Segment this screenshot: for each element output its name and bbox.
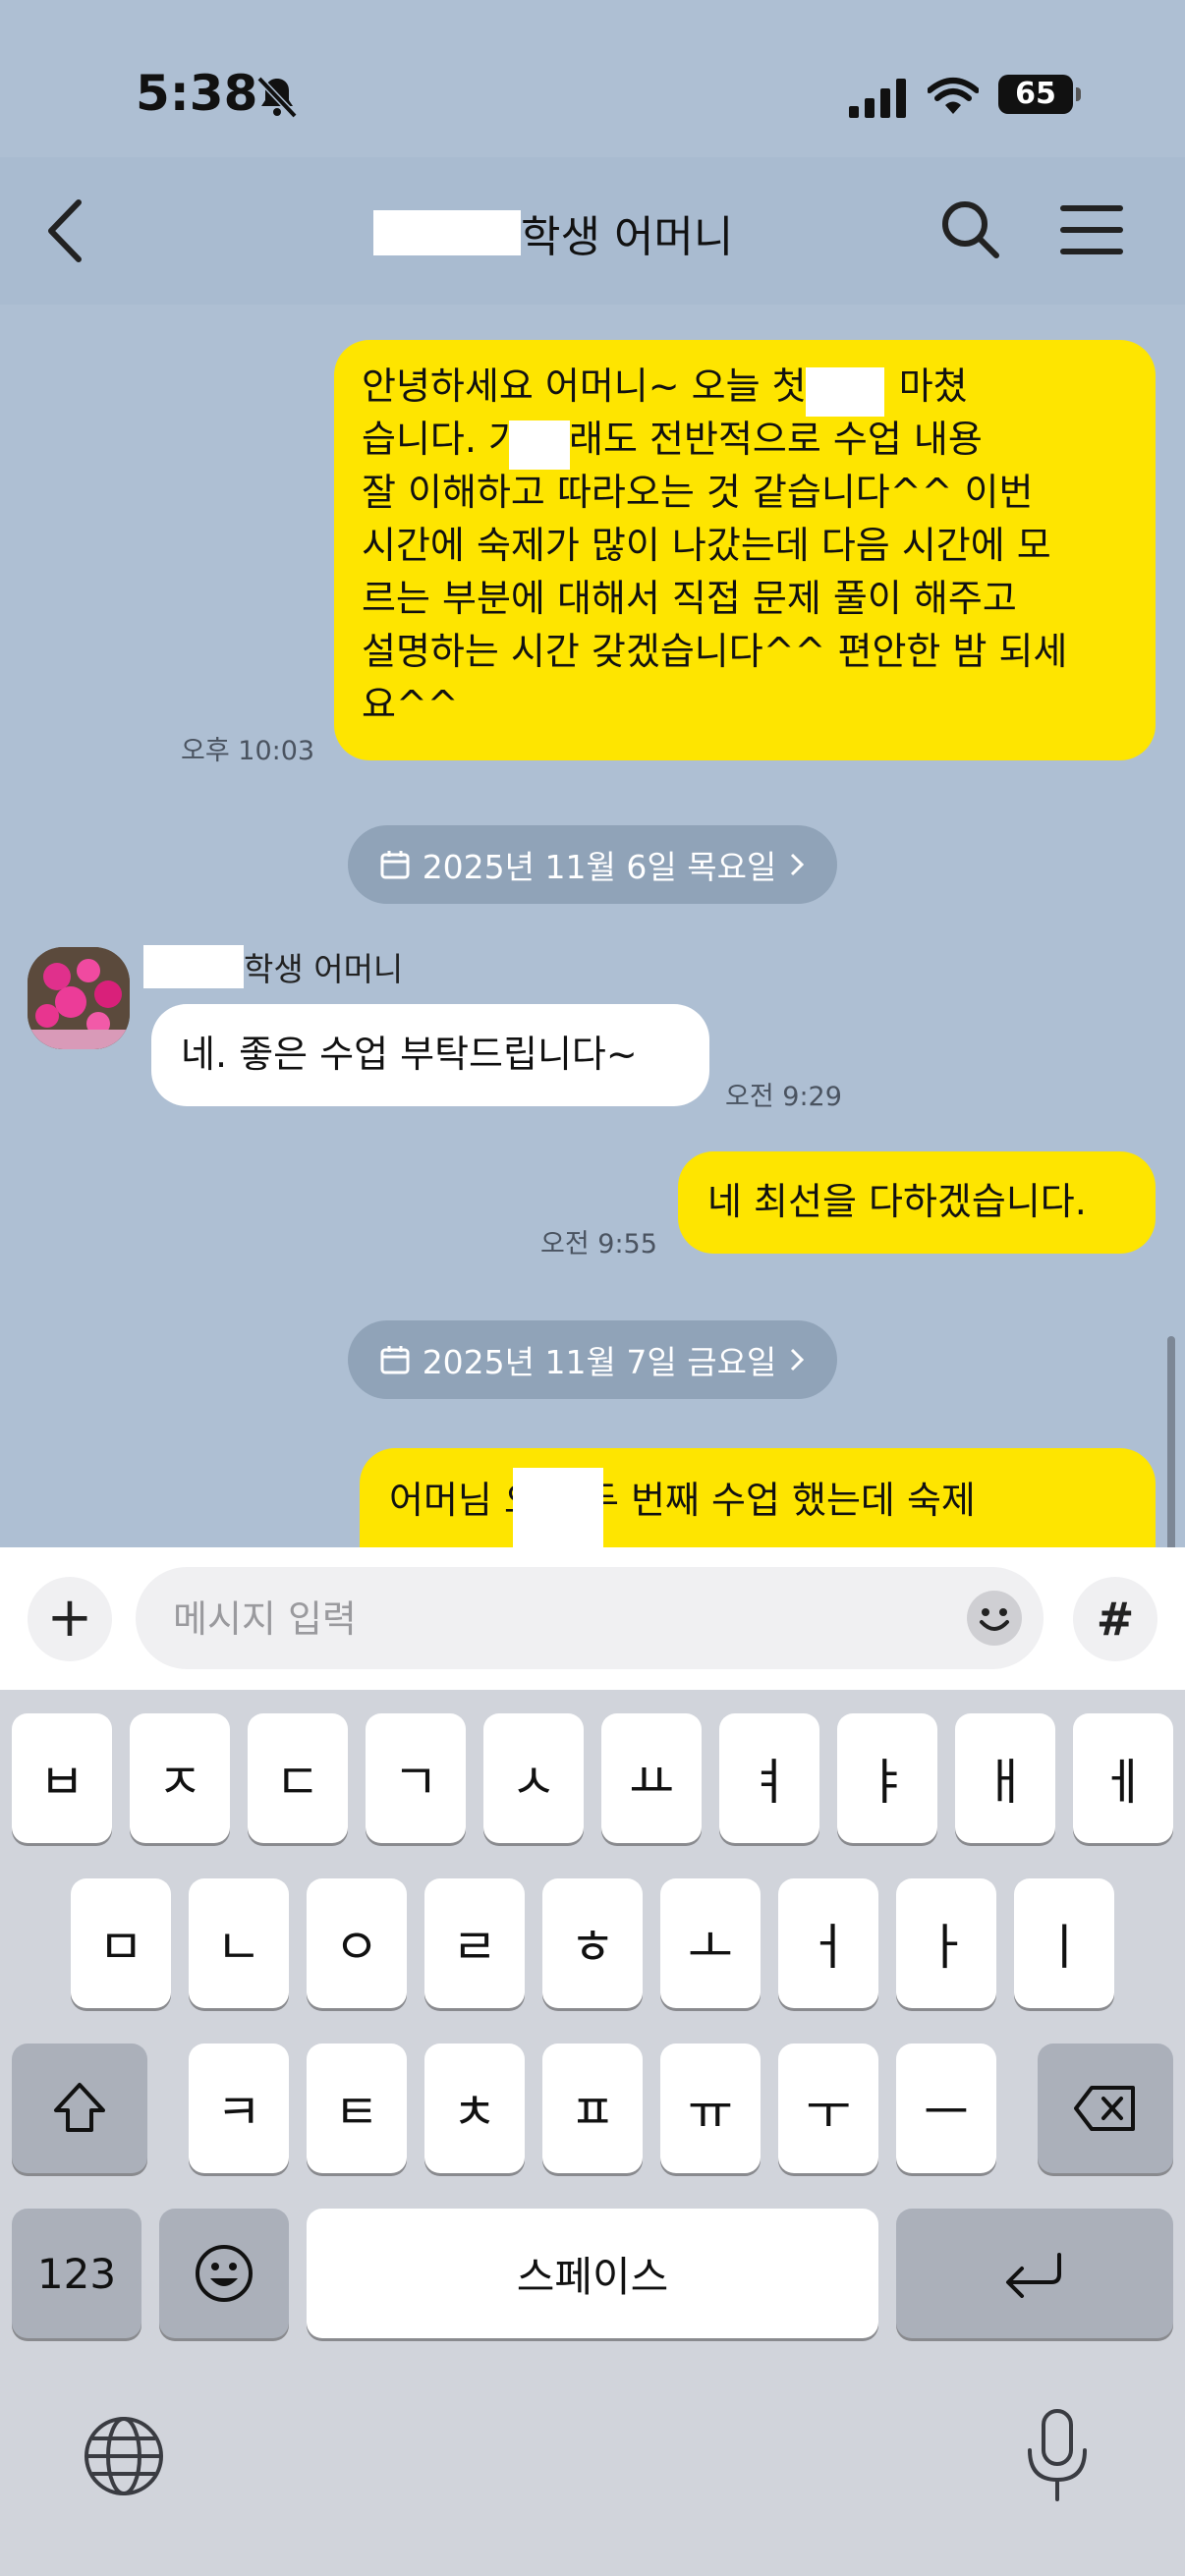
calendar-icon [380,1346,410,1374]
chevron-right-icon [791,853,805,876]
key[interactable]: ㅁ [71,1878,171,2008]
bell-slash-icon [256,76,298,119]
attach-button[interactable]: + [28,1577,112,1661]
wifi-icon [928,78,979,114]
key[interactable]: ㅗ [660,1878,761,2008]
globe-icon[interactable] [81,2413,167,2499]
status-time: 5:38 [136,65,258,122]
message-time: 오전 9:29 [725,1082,842,1112]
message-line: 설명하는 시간 갖겠습니다^^ 편안한 밤 되세 [362,630,1068,673]
message-bubble-sent[interactable]: 네 최선을 다하겠습니다. [678,1151,1156,1254]
key[interactable]: ㅋ [189,2044,289,2173]
shift-icon [54,2083,105,2132]
key[interactable]: ㄱ [366,1713,466,1843]
message-line: 습니다. 가 그래도 전반적으로 수업 내용 [362,418,983,461]
message-text: 어머님 오늘 두 번째 수업 했는데 숙제 [389,1479,976,1522]
avatar[interactable] [28,947,130,1049]
redacted-block [806,367,884,417]
key[interactable]: ㅍ [542,2044,643,2173]
delete-icon [1074,2086,1135,2131]
message-line: 잘 이해하고 따라오는 것 같습니다^^ 이번 [362,471,1034,514]
redacted-block [143,945,244,988]
message-line: 르는 부분에 대해서 직접 문제 풀이 해주고 [362,577,1017,620]
key[interactable]: ㄹ [424,1878,525,2008]
chat-header: 학생 어머니 [0,157,1185,305]
sender-name-row: 학생 어머니 [143,943,403,990]
status-bar: 5:38 65 [0,0,1185,157]
keyboard: ㅂ ㅈ ㄷ ㄱ ㅅ ㅛ ㅕ ㅑ ㅐ ㅔ ㅁ ㄴ ㅇ ㄹ ㅎ ㅗ ㅓ ㅏ ㅣ ㅋ … [0,1690,1185,2576]
key[interactable]: ㅕ [719,1713,819,1843]
emoji-key[interactable] [159,2209,289,2338]
message-bubble-sent[interactable]: 안녕하세요 어머니~ 오늘 첫 수업 마쳤 습니다. 가 그래도 전반적으로 수… [334,340,1156,760]
message-line: 요^^ [362,683,459,726]
signal-icon [849,79,906,118]
key[interactable]: ㅡ [896,2044,996,2173]
chat-title: 학생 어머니 [521,212,734,262]
key[interactable]: ㅠ [660,2044,761,2173]
message-bubble-received[interactable]: 네. 좋은 수업 부탁드립니다~ [151,1004,709,1106]
emoji-icon[interactable] [965,1589,1024,1648]
shift-key[interactable] [12,2044,147,2173]
redacted-block [513,1468,603,1548]
key[interactable]: ㅈ [130,1713,230,1843]
search-icon[interactable] [935,195,1004,263]
key[interactable]: ㄴ [189,1878,289,2008]
key[interactable]: ㅔ [1073,1713,1173,1843]
key[interactable]: ㅅ [483,1713,584,1843]
hashtag-button[interactable]: # [1073,1577,1157,1661]
key[interactable]: ㅌ [307,2044,407,2173]
chevron-right-icon [791,1348,805,1372]
return-key[interactable] [896,2209,1173,2338]
message-time: 오전 9:55 [540,1229,657,1260]
date-divider-label: 2025년 11월 6일 목요일 [422,848,777,886]
message-text: 네 최선을 다하겠습니다. [707,1180,1087,1223]
delete-key[interactable] [1038,2044,1173,2173]
battery-indicator: 65 [998,75,1081,114]
message-field[interactable] [136,1567,1044,1671]
key[interactable]: ㅂ [12,1713,112,1843]
emoji-icon [196,2245,253,2302]
message-line: 시간에 숙제가 많이 나갔는데 다음 시간에 모 [362,524,1051,567]
message-input-bar: + # [0,1547,1185,1690]
menu-icon[interactable] [1057,198,1126,261]
avatar-image [28,947,130,1049]
space-key[interactable]: 스페이스 [307,2209,878,2338]
message-input[interactable] [171,1567,941,1671]
key[interactable]: ㅏ [896,1878,996,2008]
message-time: 오후 10:03 [181,736,315,766]
message-text: 네. 좋은 수업 부탁드립니다~ [181,1033,638,1076]
key[interactable]: ㅐ [955,1713,1055,1843]
redacted-block [373,210,521,255]
numbers-key[interactable]: 123 [12,2209,141,2338]
redacted-block [509,420,570,470]
key[interactable]: ㅎ [542,1878,643,2008]
microphone-icon[interactable] [1022,2407,1093,2505]
date-divider-label: 2025년 11월 7일 금요일 [422,1343,777,1381]
sender-name: 학생 어머니 [244,950,404,988]
return-icon [1006,2253,1061,2298]
key[interactable]: ㅓ [778,1878,878,2008]
key[interactable]: ㄷ [248,1713,348,1843]
message-line: 안녕하세요 어머니~ 오늘 첫 수업 마쳤 [362,364,968,408]
key[interactable]: ㅛ [601,1713,702,1843]
calendar-icon [380,851,410,879]
key[interactable]: ㅑ [837,1713,937,1843]
back-icon[interactable] [39,196,98,265]
date-divider[interactable]: 2025년 11월 7일 금요일 [348,1320,837,1399]
key[interactable]: ㅇ [307,1878,407,2008]
chat-title-wrap: 학생 어머니 [373,198,733,267]
chat-messages[interactable]: 안녕하세요 어머니~ 오늘 첫 수업 마쳤 습니다. 가 그래도 전반적으로 수… [0,305,1185,1759]
key[interactable]: ㅣ [1014,1878,1114,2008]
key[interactable]: ㅜ [778,2044,878,2173]
key[interactable]: ㅊ [424,2044,525,2173]
date-divider[interactable]: 2025년 11월 6일 목요일 [348,825,837,904]
